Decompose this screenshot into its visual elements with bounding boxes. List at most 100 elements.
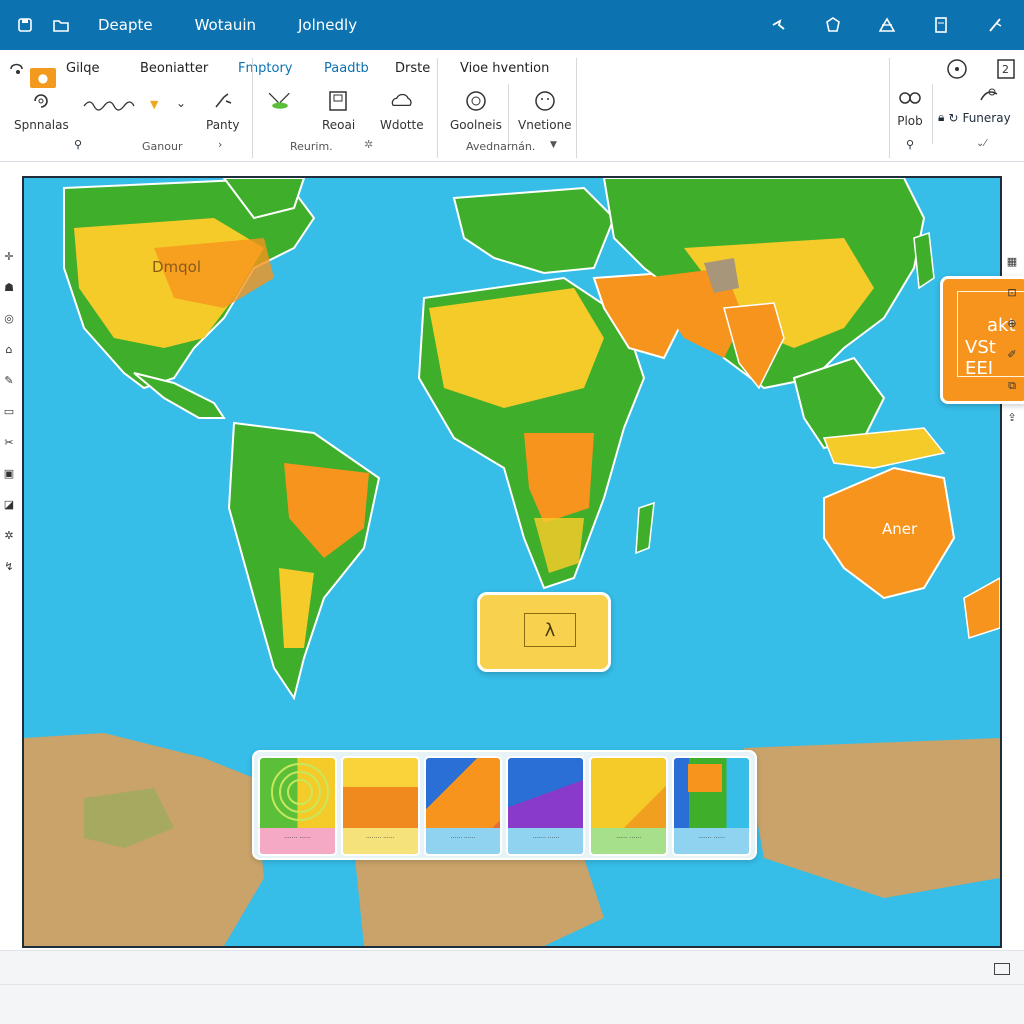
chevron-down-icon: ⌄ [176,96,187,110]
vnetione-tool[interactable]: Vnetione [518,88,572,132]
texture-tile[interactable]: ...... ...... [589,756,669,856]
doc-icon[interactable] [932,16,950,34]
tag-icon[interactable]: ⊡ [1007,286,1016,299]
layer-icon[interactable]: ▭ [4,405,14,419]
scissors-icon[interactable]: ✂ [4,436,13,450]
color-marker-icon: ▼ [150,98,159,111]
spnnalas-label: Spnnalas [14,118,69,132]
texture-tile[interactable]: ........ ...... [340,756,420,856]
search-icon[interactable]: ⚲ [74,138,82,151]
tab-beoniatter[interactable]: Beoniatter [140,61,208,76]
info-box-icon[interactable]: 2 [996,58,1016,84]
tab-paadtb[interactable]: Paadtb [324,61,369,76]
settings-gear-icon[interactable]: ✲ [364,138,373,151]
phone-icon [325,88,353,114]
help-circle-icon[interactable] [946,58,968,84]
spnnalas-tool[interactable]: Spnnalas [14,88,69,132]
home-button[interactable]: ● [30,68,56,88]
crop-icon[interactable]: ⌂ [6,343,13,357]
texture-tile[interactable]: ....... ...... [258,756,337,856]
selection-inner: λ [524,613,576,647]
stroke-preview-icon [83,101,135,111]
right-toolbar: ▦ ⊡ ⊕ ✐ ⧉ ⇪ [1002,255,1022,424]
group-label-ganour: Ganour [142,140,183,153]
tab-drste[interactable]: Drste [395,61,430,76]
tab-gilqe[interactable]: Gilqe [66,61,100,76]
cursor-icon[interactable] [986,16,1004,34]
tile-cube-icon [688,764,723,792]
frame-icon[interactable]: ▣ [4,467,14,481]
left-toolbar: ✛ ☗ ◎ ⌂ ✎ ▭ ✂ ▣ ◪ ✲ ↯ [0,250,18,574]
hand-tool-icon[interactable]: ☗ [4,281,14,295]
back-icon[interactable] [8,60,28,82]
expand-arrow-icon[interactable]: › [218,138,222,151]
gear-icon[interactable]: ✲ [4,529,13,543]
hexagon-icon[interactable] [824,16,842,34]
rotate-icon[interactable]: ◎ [4,312,14,326]
calendar-icon[interactable]: ▦ [1007,255,1017,268]
madagascar-shape [635,501,655,555]
ribbon-toolbar: ● Gilqe Beoniatter Fmptory Paadtb Drste … [0,50,1024,162]
stroke-style-dropdown[interactable]: ▼ ⌄ [82,94,192,118]
wdotte-tool[interactable]: Wdotte [380,88,424,132]
plob-tool[interactable]: Plob [896,84,924,128]
europe-shape [452,186,616,275]
funeray-tool[interactable]: 🔒︎ ↻ Funeray [938,110,1011,125]
tab-vioe-hvention[interactable]: Vioe hvention [460,61,549,76]
tile-rings-icon [271,763,329,821]
pin-icon[interactable] [770,16,788,34]
central-america-shape [133,372,226,419]
tab-fmptory[interactable]: Fmptory [238,61,292,76]
home-icon: ● [37,71,49,85]
folder-icon[interactable] [52,16,70,34]
note-icon[interactable]: ✐ [1007,348,1016,361]
new-zealand-shape [963,577,1000,639]
tile-caption: ....... ...... [260,828,335,854]
map-label-north-america: Dmqol [152,258,202,276]
eraser-icon[interactable]: ◪ [4,498,14,512]
title-bar: Deapte Wotauin Jolnedly [0,0,1024,50]
tile-caption: ........ ...... [342,828,418,854]
wand-icon[interactable]: ↯ [4,560,13,574]
share-icon[interactable]: ⇪ [1007,411,1016,424]
pin-small-icon[interactable]: ⚲ [906,138,914,151]
goolneis-tool[interactable]: Goolneis [450,88,502,132]
menu-item-jolnedly[interactable]: Jolnedly [298,16,357,34]
selection-box[interactable]: λ [477,592,611,672]
funeray-label: Funeray [962,110,1011,125]
delta-icon[interactable] [878,16,896,34]
pin-marker-icon[interactable]: ⊕ [1007,317,1016,330]
tile-caption: ....... ...... [674,828,749,854]
texture-tile[interactable]: ....... ...... [672,756,751,856]
group-label-reurim: Reurim. [290,140,333,153]
south-america-shape [227,421,381,701]
menu-item-deapte[interactable]: Deapte [98,16,153,34]
menu-item-wotauin[interactable]: Wotauin [195,16,256,34]
selection-symbol: λ [544,619,556,641]
texture-tile[interactable]: ....... ...... [506,756,586,856]
sparkle-icon [209,88,237,114]
swirl-icon [27,88,55,114]
binoculars-icon [896,84,924,110]
save-icon[interactable] [16,16,34,34]
map-label-australia: Aner [882,520,918,538]
status-panel-icon[interactable] [994,963,1010,975]
reoai-tool[interactable]: Reoai [322,88,355,132]
copy-icon[interactable]: ⧉ [1008,379,1016,393]
texture-tile[interactable]: ...... ...... [423,756,503,856]
brush-tool[interactable] [266,88,294,118]
group-label-avednarnan: Avednarnán. [466,140,536,153]
refresh-icon: ↻ [948,110,959,125]
hand-icon[interactable] [978,86,1000,108]
map-editor-app: Deapte Wotauin Jolnedly ● Gilqe Beoniatt… [0,0,1024,1024]
move-icon[interactable]: ✛ [4,250,13,264]
dropdown-arrow-icon[interactable]: ▼ [550,140,557,150]
group-separator [252,58,253,158]
bottom-land-right [744,738,1000,898]
expand-down-icon[interactable]: ⌄⁄ [976,138,986,149]
texture-palette: ....... ...... ........ ...... ...... ..… [252,750,757,860]
brush-icon [266,88,294,114]
magic-icon[interactable]: ✎ [4,374,13,388]
panty-tool[interactable]: Panty [206,88,239,132]
group-separator [437,58,438,158]
